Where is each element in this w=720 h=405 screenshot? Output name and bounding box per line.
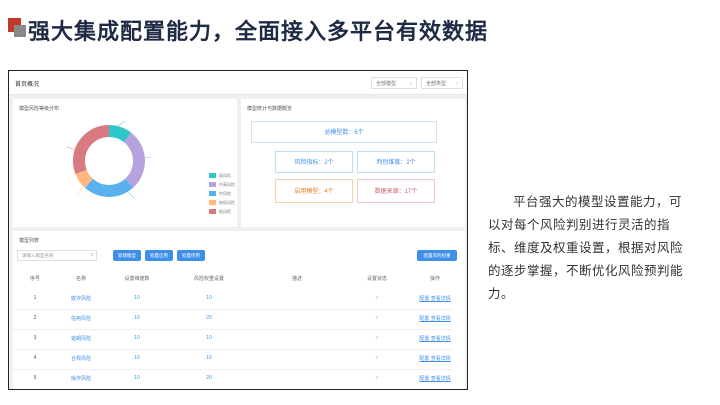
model-name-link[interactable]: 信用风险 — [71, 315, 91, 322]
risk-weight-button[interactable]: 配置风险权重 — [417, 250, 457, 261]
stats-panel: 模型统计与数据概览 总模型数：6个 风险指标：2个 判别维度：2个 启用模型：4… — [241, 99, 465, 227]
chevron-down-icon: ⌄ — [408, 80, 413, 86]
model-filter-select[interactable]: 全部模型 ⌄ — [371, 77, 417, 89]
legend-item[interactable]: 中风险 — [209, 189, 235, 198]
title-bullet-mark — [8, 18, 26, 37]
row-actions-link[interactable]: 配置 查看详情 — [419, 295, 450, 302]
legend-swatch — [209, 200, 216, 205]
check-icon: ✓ — [374, 315, 380, 321]
dimension-count: 10 — [134, 295, 140, 301]
legend-item[interactable]: 中高风险 — [209, 180, 235, 189]
table-header-cell: 设置状态 — [366, 276, 388, 282]
grey-square-shape — [14, 25, 26, 37]
batch-disable-button[interactable]: 批量停用 — [177, 250, 205, 261]
search-input[interactable]: 请输入模型名称 ⌕ — [17, 250, 97, 261]
table-header-cell: 风险权重设置 — [193, 276, 225, 282]
weight-value: 20 — [206, 375, 212, 381]
row-number: 3 — [33, 335, 37, 341]
legend-swatch — [209, 191, 216, 196]
page-title: 首页概况 — [15, 82, 40, 88]
table-header-cell: 序号 — [29, 276, 41, 282]
row-actions-link[interactable]: 配置 查看详情 — [419, 375, 450, 382]
dimension-stat: 判别维度：2个 — [357, 151, 435, 173]
donut-chart — [66, 120, 152, 200]
legend-label: 中高风险 — [219, 181, 235, 187]
type-filter-value: 全部类型 — [426, 81, 447, 87]
enabled-models-stat: 启用模型：4个 — [275, 179, 353, 203]
legend-swatch — [209, 209, 216, 214]
total-models-stat: 总模型数：6个 — [251, 121, 437, 143]
legend-label: 高风险 — [219, 172, 231, 178]
table-header-cell: 操作 — [429, 276, 441, 282]
legend-item[interactable]: 低风险 — [209, 207, 235, 216]
legend-label: 低风险 — [219, 208, 231, 214]
slide-title: 强大集成配置能力，全面接入多平台有效数据 — [28, 20, 489, 45]
check-icon: ✓ — [374, 375, 380, 381]
row-number: 1 — [33, 295, 37, 301]
indicator-stat: 风险指标：2个 — [275, 151, 353, 173]
table-header-cell: 名称 — [75, 276, 87, 282]
weight-value: 10 — [206, 335, 212, 341]
legend-swatch — [209, 182, 216, 187]
stats-panel-title: 模型统计与数据概览 — [247, 106, 293, 112]
legend-label: 中风险 — [219, 190, 231, 196]
weight-value: 10 — [206, 355, 212, 361]
table-header-cell: 描述 — [291, 276, 303, 282]
legend-label: 较低风险 — [219, 199, 235, 205]
row-actions-link[interactable]: 配置 查看详情 — [419, 315, 450, 322]
search-placeholder: 请输入模型名称 — [22, 253, 54, 258]
slide-description: 平台强大的模型设置能力，可以对每个风险判别进行灵活的指标、维度及权重设置，根据对… — [488, 194, 684, 301]
legend-swatch — [209, 173, 216, 178]
check-icon: ✓ — [374, 295, 380, 301]
batch-enable-button[interactable]: 批量启用 — [145, 250, 173, 261]
weight-value: 20 — [206, 315, 212, 321]
check-icon: ✓ — [374, 355, 380, 361]
donut-legend: 高风险中高风险中风险较低风险低风险 — [209, 171, 235, 216]
weight-value: 10 — [206, 295, 212, 301]
model-filter-value: 全部模型 — [376, 81, 397, 87]
type-filter-select[interactable]: 全部类型 ⌄ — [421, 77, 463, 89]
table-header-cell: 设置维度数 — [124, 276, 150, 282]
model-name-link[interactable]: 操作风险 — [71, 375, 91, 382]
model-name-link[interactable]: 合规风险 — [71, 355, 91, 362]
model-name-link[interactable]: 逾期风险 — [71, 335, 91, 342]
check-icon: ✓ — [374, 335, 380, 341]
donut-panel: 模型风险等级分布 高风险 中高风险 中风险 较低风险 低风险 — [13, 99, 237, 227]
row-number: 4 — [33, 355, 37, 361]
app-screenshot: 首页概况 全部模型 ⌄ 全部类型 ⌄ 模型风险等级分布 高风险 中高风险 中风险… — [8, 70, 468, 390]
dimension-count: 10 — [134, 355, 140, 361]
legend-item[interactable]: 较低风险 — [209, 198, 235, 207]
row-actions-link[interactable]: 配置 查看详情 — [419, 335, 450, 342]
new-model-button[interactable]: 新建模型 — [113, 250, 141, 261]
chevron-down-icon: ⌄ — [454, 80, 459, 86]
row-number: 2 — [33, 315, 37, 321]
dimension-count: 10 — [134, 375, 140, 381]
table-panel-title: 模型列表 — [19, 238, 40, 244]
app-topbar: 首页概况 全部模型 ⌄ 全部类型 ⌄ — [9, 71, 467, 95]
dimension-count: 10 — [134, 335, 140, 341]
model-name-link[interactable]: 欺诈风险 — [71, 295, 91, 302]
legend-item[interactable]: 高风险 — [209, 171, 235, 180]
data-source-stat: 数据来源：17个 — [357, 179, 435, 203]
row-number: 5 — [33, 375, 37, 381]
search-icon: ⌕ — [90, 252, 94, 258]
dimension-count: 10 — [134, 315, 140, 321]
row-actions-link[interactable]: 配置 查看详情 — [419, 355, 450, 362]
